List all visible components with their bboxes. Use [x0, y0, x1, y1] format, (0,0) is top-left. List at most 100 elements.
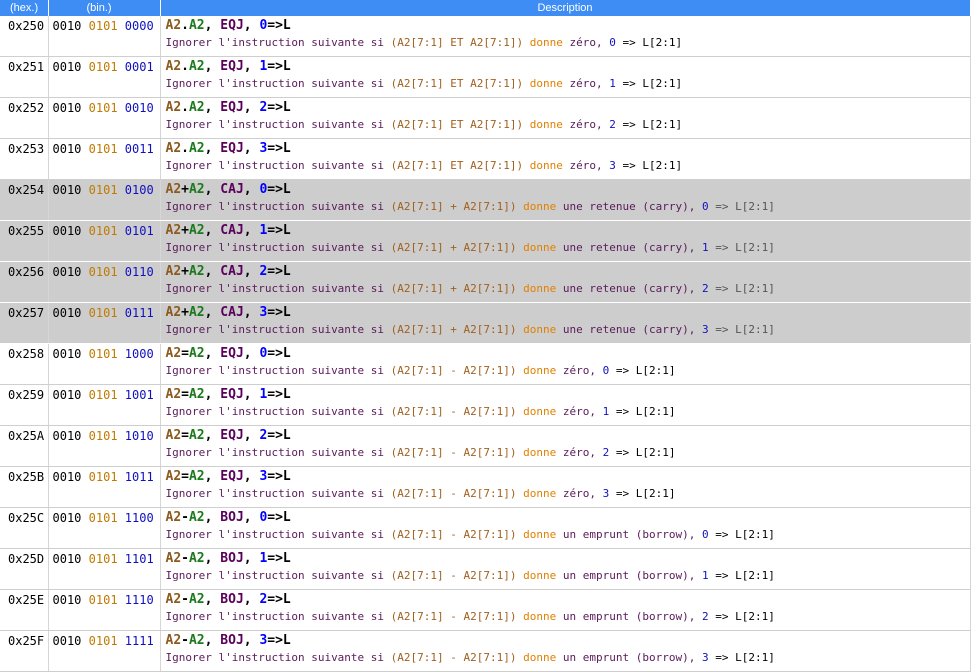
table-row[interactable]: 0x250 0010 0101 0000 A2.A2, EQJ, 0=>L Ig…: [0, 16, 971, 57]
table-row[interactable]: 0x258 0010 0101 1000 A2=A2, EQJ, 0=>L Ig…: [0, 343, 971, 385]
mnemonic-operand-1: A2: [165, 510, 182, 525]
table-row[interactable]: 0x256 0010 0101 0110 A2+A2, CAJ, 2=>L Ig…: [0, 261, 971, 303]
description-prefix: Ignorer l'instruction suivante si: [165, 405, 385, 418]
table-row[interactable]: 0x259 0010 0101 1001 A2=A2, EQJ, 1=>L Ig…: [0, 384, 971, 426]
description-text: Ignorer l'instruction suivante si (A2[7:…: [166, 527, 970, 543]
description-expression: (A2[7:1] - A2[7:1]): [390, 364, 517, 377]
table-row[interactable]: 0x257 0010 0101 0111 A2+A2, CAJ, 3=>L Ig…: [0, 302, 971, 344]
hex-code: 0x25F: [8, 634, 45, 648]
description-cell: A2+A2, CAJ, 1=>L Ignorer l'instruction s…: [160, 220, 971, 262]
description-cell: A2-A2, BOJ, 0=>L Ignorer l'instruction s…: [160, 507, 971, 549]
bin-group-1: 0010: [52, 347, 82, 361]
description-verb: donne: [523, 364, 557, 377]
table-row[interactable]: 0x25C 0010 0101 1100 A2-A2, BOJ, 0=>L Ig…: [0, 507, 971, 549]
mnemonic-operand-1: A2: [165, 18, 182, 33]
bin-group-3: 0100: [124, 183, 154, 197]
description-number: 3: [609, 159, 616, 172]
mnemonic-operand-1: A2: [165, 551, 182, 566]
table-row[interactable]: 0x25E 0010 0101 1110 A2-A2, BOJ, 2=>L Ig…: [0, 589, 971, 631]
bin-group-2: 0101: [88, 265, 118, 279]
bin-group-1: 0010: [52, 306, 82, 320]
description-text: Ignorer l'instruction suivante si (A2[7:…: [166, 486, 970, 502]
description-target: => L[2:1]: [715, 241, 775, 254]
mnemonic: A2.A2, EQJ, 3=>L: [165, 141, 291, 156]
description-cell: A2=A2, EQJ, 2=>L Ignorer l'instruction s…: [160, 425, 971, 467]
description-result: zéro,: [562, 405, 597, 418]
mnemonic-condition: EQJ: [220, 100, 244, 115]
description-result: un emprunt (borrow),: [562, 651, 696, 664]
bin-group-1: 0010: [52, 511, 82, 525]
mnemonic-operand-1: A2: [165, 59, 182, 74]
mnemonic: A2.A2, EQJ, 2=>L: [165, 100, 291, 115]
table-row[interactable]: 0x25F 0010 0101 1111 A2-A2, BOJ, 3=>L Ig…: [0, 630, 971, 672]
table-row[interactable]: 0x251 0010 0101 0001 A2.A2, EQJ, 1=>L Ig…: [0, 56, 971, 98]
hex-code: 0x256: [8, 265, 45, 279]
mnemonic-operator: +: [181, 305, 189, 320]
description-verb: donne: [523, 282, 557, 295]
bin-cell: 0010 0101 1100: [48, 507, 161, 549]
table-row[interactable]: 0x254 0010 0101 0100 A2+A2, CAJ, 0=>L Ig…: [0, 179, 971, 221]
hex-cell: 0x255: [0, 220, 49, 262]
column-header-hex[interactable]: (hex.): [0, 0, 49, 16]
hex-code: 0x252: [8, 101, 45, 115]
mnemonic-condition: BOJ: [220, 551, 244, 566]
bin-group-1: 0010: [52, 634, 82, 648]
bin-group-1: 0010: [52, 19, 82, 33]
description-result: une retenue (carry),: [562, 241, 696, 254]
description-number: 0: [602, 364, 610, 377]
hex-cell: 0x251: [0, 56, 49, 98]
column-header-description[interactable]: Description: [160, 0, 971, 16]
description-number: 2: [602, 446, 610, 459]
description-number: 2: [701, 610, 709, 623]
hex-cell: 0x254: [0, 179, 49, 221]
bin-group-1: 0010: [52, 429, 82, 443]
table-header: (hex.) (bin.) Description: [0, 0, 971, 16]
bin-cell: 0010 0101 1011: [48, 466, 161, 508]
description-cell: A2=A2, EQJ, 0=>L Ignorer l'instruction s…: [160, 343, 971, 385]
mnemonic-operand-2: A2: [188, 100, 205, 115]
table-row[interactable]: 0x253 0010 0101 0011 A2.A2, EQJ, 3=>L Ig…: [0, 138, 971, 180]
description-number: 3: [701, 651, 709, 664]
description-target: => L[2:1]: [622, 77, 683, 90]
mnemonic-operator: .: [181, 100, 189, 115]
bin-group-2: 0101: [88, 60, 118, 74]
description-result: un emprunt (borrow),: [562, 569, 696, 582]
bin-group-1: 0010: [52, 470, 82, 484]
description-result: un emprunt (borrow),: [562, 528, 696, 541]
bin-group-3: 0101: [124, 224, 154, 238]
hex-code: 0x250: [8, 19, 45, 33]
description-number: 0: [701, 200, 709, 213]
description-number: 0: [609, 36, 616, 49]
description-number: 3: [602, 487, 610, 500]
hex-cell: 0x258: [0, 343, 49, 385]
description-cell: A2+A2, CAJ, 2=>L Ignorer l'instruction s…: [160, 261, 971, 303]
description-text: Ignorer l'instruction suivante si (A2[7:…: [166, 199, 970, 215]
description-verb: donne: [523, 241, 557, 254]
bin-group-3: 0010: [124, 101, 154, 115]
description-text: Ignorer l'instruction suivante si (A2[7:…: [166, 568, 970, 584]
table-row[interactable]: 0x25D 0010 0101 1101 A2-A2, BOJ, 1=>L Ig…: [0, 548, 971, 590]
description-verb: donne: [523, 405, 557, 418]
table-row[interactable]: 0x25B 0010 0101 1011 A2=A2, EQJ, 3=>L Ig…: [0, 466, 971, 508]
bin-group-3: 1010: [124, 429, 154, 443]
mnemonic-operand-2: A2: [188, 551, 205, 566]
description-text: Ignorer l'instruction suivante si (A2[7:…: [166, 609, 970, 625]
mnemonic-condition: CAJ: [220, 305, 244, 320]
table-row[interactable]: 0x252 0010 0101 0010 A2.A2, EQJ, 2=>L Ig…: [0, 97, 971, 139]
mnemonic-operand-1: A2: [165, 141, 182, 156]
description-cell: A2+A2, CAJ, 0=>L Ignorer l'instruction s…: [160, 179, 971, 221]
hex-cell: 0x253: [0, 138, 49, 180]
table-row[interactable]: 0x255 0010 0101 0101 A2+A2, CAJ, 1=>L Ig…: [0, 220, 971, 262]
bin-group-2: 0101: [88, 19, 118, 33]
mnemonic-number: 3: [259, 633, 268, 648]
description-prefix: Ignorer l'instruction suivante si: [165, 282, 385, 295]
table-row[interactable]: 0x25A 0010 0101 1010 A2=A2, EQJ, 2=>L Ig…: [0, 425, 971, 467]
mnemonic-operand-2: A2: [188, 59, 205, 74]
mnemonic-condition: EQJ: [220, 346, 244, 361]
hex-cell: 0x25A: [0, 425, 49, 467]
column-header-bin[interactable]: (bin.): [48, 0, 161, 16]
mnemonic-operator: +: [181, 223, 189, 238]
description-text: Ignorer l'instruction suivante si (A2[7:…: [166, 650, 970, 666]
description-expression: (A2[7:1] - A2[7:1]): [390, 528, 517, 541]
mnemonic-operand-2: A2: [188, 592, 205, 607]
